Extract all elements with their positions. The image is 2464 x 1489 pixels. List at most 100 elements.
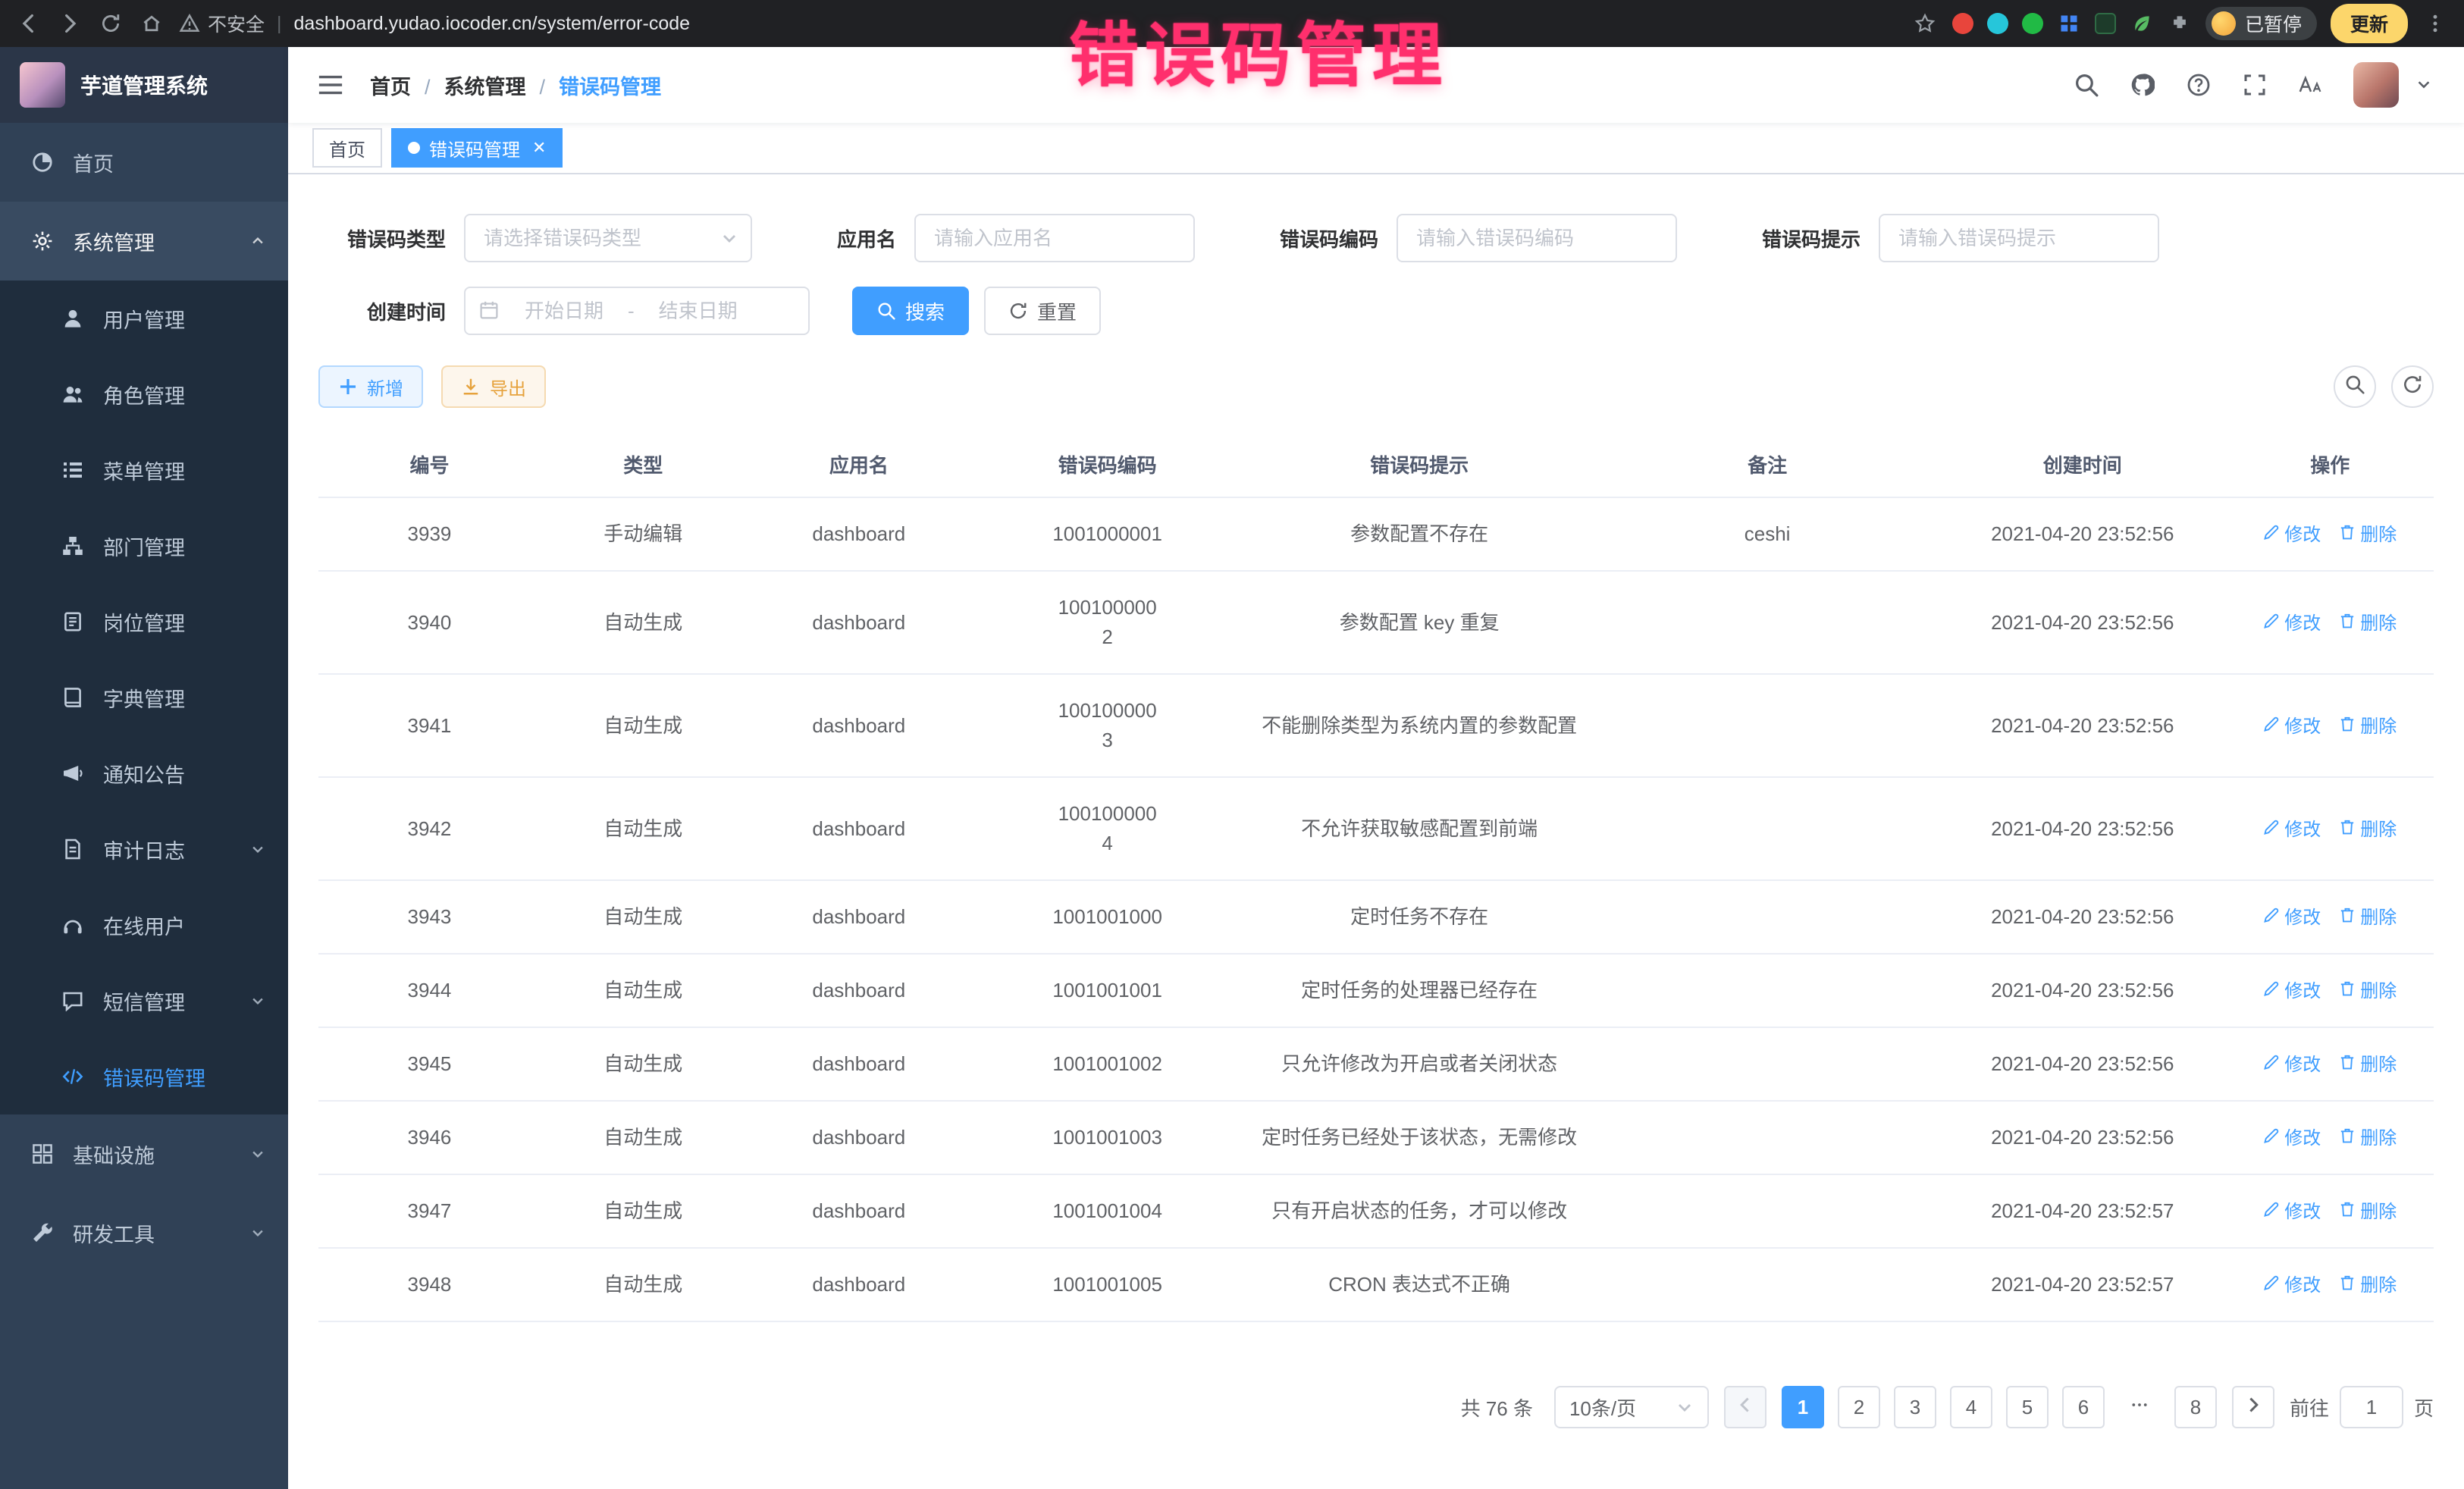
edit-link[interactable]: 修改 — [2263, 1199, 2321, 1226]
home-icon[interactable] — [138, 10, 165, 37]
extension-icon[interactable] — [2095, 13, 2116, 34]
sidebar-item-通知公告[interactable]: 通知公告 — [0, 735, 288, 811]
sidebar-item-审计日志[interactable]: 审计日志 — [0, 811, 288, 887]
close-tab-icon[interactable]: ✕ — [532, 139, 546, 156]
delete-link[interactable]: 删除 — [2339, 610, 2397, 638]
add-button[interactable]: 新增 — [318, 365, 423, 408]
security-warning[interactable]: 不安全 — [179, 10, 265, 37]
cell-remark: ceshi — [1596, 497, 1939, 571]
delete-link[interactable]: 删除 — [2339, 1199, 2397, 1226]
browser-update-button[interactable]: 更新 — [2331, 4, 2408, 43]
sidebar-item-菜单管理[interactable]: 菜单管理 — [0, 432, 288, 508]
error-type-label: 错误码类型 — [318, 224, 446, 252]
help-icon[interactable] — [2185, 71, 2212, 99]
delete-link[interactable]: 删除 — [2339, 1272, 2397, 1299]
tab-首页[interactable]: 首页 — [312, 128, 382, 168]
delete-label: 删除 — [2360, 1272, 2397, 1299]
sidebar-item-系统管理[interactable]: 系统管理 — [0, 202, 288, 281]
pager-more-button[interactable] — [2118, 1386, 2161, 1428]
pager-prev-button[interactable] — [1724, 1386, 1766, 1428]
delete-link[interactable]: 删除 — [2339, 817, 2397, 844]
goto-page-input[interactable] — [2340, 1386, 2403, 1428]
github-icon[interactable] — [2129, 71, 2156, 99]
edit-link[interactable]: 修改 — [2263, 904, 2321, 932]
sidebar-item-基础设施[interactable]: 基础设施 — [0, 1114, 288, 1193]
reset-button[interactable]: 重置 — [984, 287, 1101, 335]
page-size-select[interactable]: 10条/页 — [1554, 1386, 1709, 1428]
date-range-picker[interactable]: - — [464, 287, 810, 335]
avatar-caret-icon[interactable] — [2415, 76, 2434, 94]
sidebar-item-角色管理[interactable]: 角色管理 — [0, 356, 288, 432]
extensions-puzzle-icon[interactable] — [2168, 11, 2192, 36]
edit-link[interactable]: 修改 — [2263, 1125, 2321, 1152]
delete-link[interactable]: 删除 — [2339, 1125, 2397, 1152]
search-button[interactable]: 搜索 — [852, 287, 969, 335]
extension-icon[interactable] — [2057, 11, 2081, 36]
sidebar-item-岗位管理[interactable]: 岗位管理 — [0, 584, 288, 660]
fullscreen-icon[interactable] — [2241, 71, 2268, 99]
pager-next-button[interactable] — [2232, 1386, 2274, 1428]
sidebar-item-label: 研发工具 — [73, 1218, 230, 1248]
delete-link[interactable]: 删除 — [2339, 522, 2397, 549]
bookmark-star-icon[interactable] — [1911, 10, 1939, 37]
sidebar-item-在线用户[interactable]: 在线用户 — [0, 887, 288, 963]
sidebar-logo[interactable]: 芋道管理系统 — [0, 47, 288, 123]
filter-row-1: 错误码类型 应用名 错误码编码 — [318, 214, 2434, 262]
delete-link[interactable]: 删除 — [2339, 978, 2397, 1005]
edit-link[interactable]: 修改 — [2263, 978, 2321, 1005]
profile-chip[interactable]: 已暂停 — [2205, 7, 2317, 40]
extension-icon[interactable] — [1952, 13, 1973, 34]
font-size-icon[interactable] — [2297, 71, 2324, 99]
extension-icon[interactable] — [2022, 13, 2043, 34]
pager-page-4[interactable]: 4 — [1950, 1386, 1992, 1428]
refresh-table-button[interactable] — [2391, 365, 2434, 408]
extension-icon[interactable] — [1987, 13, 2008, 34]
error-hint-input[interactable] — [1879, 214, 2159, 262]
edit-link[interactable]: 修改 — [2263, 1272, 2321, 1299]
edit-link[interactable]: 修改 — [2263, 817, 2321, 844]
toggle-search-button[interactable] — [2334, 365, 2376, 408]
sidebar-item-部门管理[interactable]: 部门管理 — [0, 508, 288, 584]
forward-icon[interactable] — [56, 10, 83, 37]
pager-page-1[interactable]: 1 — [1782, 1386, 1824, 1428]
sidebar-item-错误码管理[interactable]: 错误码管理 — [0, 1039, 288, 1114]
breadcrumb-home[interactable]: 首页 — [370, 71, 444, 100]
back-icon[interactable] — [15, 10, 42, 37]
extension-icon[interactable] — [2130, 11, 2154, 36]
sidebar-item-首页[interactable]: 首页 — [0, 123, 288, 202]
user-avatar[interactable] — [2353, 62, 2399, 108]
pager-page-6[interactable]: 6 — [2062, 1386, 2105, 1428]
delete-link[interactable]: 删除 — [2339, 713, 2397, 741]
browser-menu-icon[interactable] — [2422, 10, 2449, 37]
delete-link[interactable]: 删除 — [2339, 1052, 2397, 1079]
edit-link[interactable]: 修改 — [2263, 1052, 2321, 1079]
sidebar-item-字典管理[interactable]: 字典管理 — [0, 660, 288, 735]
edit-link[interactable]: 修改 — [2263, 522, 2321, 549]
pager-page-2[interactable]: 2 — [1838, 1386, 1880, 1428]
cell-type: 自动生成 — [541, 954, 746, 1027]
breadcrumb-system[interactable]: 系统管理 — [444, 71, 560, 100]
error-type-select[interactable] — [464, 214, 752, 262]
pager-page-5[interactable]: 5 — [2006, 1386, 2049, 1428]
app-name-input[interactable] — [914, 214, 1195, 262]
error-code-input[interactable] — [1397, 214, 1677, 262]
reload-icon[interactable] — [97, 10, 124, 37]
tab-错误码管理[interactable]: 错误码管理✕ — [391, 128, 563, 168]
error-type-select-input[interactable] — [464, 214, 752, 262]
pager-page-8[interactable]: 8 — [2174, 1386, 2217, 1428]
sidebar-item-研发工具[interactable]: 研发工具 — [0, 1193, 288, 1272]
delete-link[interactable]: 删除 — [2339, 904, 2397, 932]
end-date-input[interactable] — [641, 299, 756, 323]
edit-link[interactable]: 修改 — [2263, 610, 2321, 638]
start-date-input[interactable] — [506, 299, 622, 323]
address-bar[interactable]: 不安全 | dashboard.yudao.iocoder.cn/system/… — [179, 10, 1898, 37]
hamburger-icon[interactable] — [315, 70, 346, 100]
cell-remark — [1596, 571, 1939, 674]
search-icon[interactable] — [2073, 71, 2100, 99]
pager-page-3[interactable]: 3 — [1894, 1386, 1936, 1428]
edit-link[interactable]: 修改 — [2263, 713, 2321, 741]
export-button[interactable]: 导出 — [441, 365, 546, 408]
trash-icon — [2339, 1199, 2356, 1226]
sidebar-item-用户管理[interactable]: 用户管理 — [0, 281, 288, 356]
sidebar-item-短信管理[interactable]: 短信管理 — [0, 963, 288, 1039]
